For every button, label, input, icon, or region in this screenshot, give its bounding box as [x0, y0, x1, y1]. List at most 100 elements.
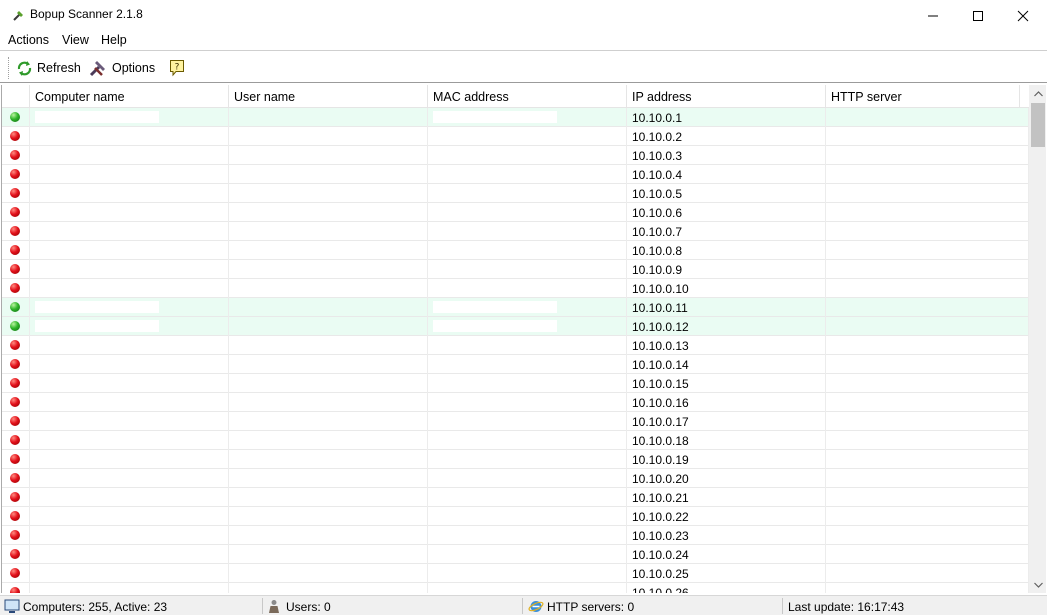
scroll-up-button[interactable]	[1029, 85, 1046, 102]
table-row[interactable]: 10.10.0.4	[2, 165, 1029, 184]
menu-view[interactable]: View	[62, 33, 89, 47]
menu-help[interactable]: Help	[101, 33, 127, 47]
close-button[interactable]	[1000, 0, 1046, 31]
table-row[interactable]: 10.10.0.20	[2, 469, 1029, 488]
header-user-name[interactable]: User name	[229, 85, 428, 108]
cell-status	[2, 222, 30, 241]
toolbar-grip[interactable]	[8, 57, 10, 79]
cell-status	[2, 431, 30, 450]
table-row[interactable]: 10.10.0.5	[2, 184, 1029, 203]
table-row[interactable]: 10.10.0.8	[2, 241, 1029, 260]
table-row[interactable]: 10.10.0.12	[2, 317, 1029, 336]
cell-ip-address: 10.10.0.17	[627, 412, 826, 431]
cell-status	[2, 488, 30, 507]
cell-status	[2, 165, 30, 184]
table-row[interactable]: 10.10.0.26	[2, 583, 1029, 593]
maximize-button[interactable]	[955, 0, 1001, 31]
table-row[interactable]: 10.10.0.21	[2, 488, 1029, 507]
offline-status-icon	[10, 283, 20, 293]
table-row[interactable]: 10.10.0.25	[2, 564, 1029, 583]
cell-status	[2, 184, 30, 203]
header-status[interactable]	[2, 85, 30, 108]
cell-status	[2, 203, 30, 222]
cell-mac-address	[428, 241, 627, 260]
offline-status-icon	[10, 226, 20, 236]
cell-ip-address: 10.10.0.14	[627, 355, 826, 374]
internet-explorer-icon	[528, 601, 544, 612]
table-row[interactable]: 10.10.0.3	[2, 146, 1029, 165]
table-row[interactable]: 10.10.0.22	[2, 507, 1029, 526]
cell-computer-name	[30, 279, 229, 298]
table-row[interactable]: 10.10.0.10	[2, 279, 1029, 298]
cell-http-server	[826, 203, 1029, 222]
header-computer-name[interactable]: Computer name	[30, 85, 229, 108]
list-header: Computer name User name MAC address IP a…	[2, 85, 1046, 108]
table-row[interactable]: 10.10.0.14	[2, 355, 1029, 374]
cell-user-name	[229, 355, 428, 374]
cell-status	[2, 564, 30, 583]
cell-http-server	[826, 564, 1029, 583]
menu-actions[interactable]: Actions	[8, 33, 49, 47]
cell-mac-address	[428, 545, 627, 564]
table-row[interactable]: 10.10.0.7	[2, 222, 1029, 241]
table-row[interactable]: 10.10.0.2	[2, 127, 1029, 146]
table-row[interactable]: 10.10.0.15	[2, 374, 1029, 393]
cell-http-server	[826, 241, 1029, 260]
offline-status-icon	[10, 473, 20, 483]
chevron-down-icon	[1033, 582, 1043, 588]
offline-status-icon	[10, 568, 20, 578]
refresh-button[interactable]: Refresh	[16, 56, 81, 80]
offline-status-icon	[10, 397, 20, 407]
header-mac-address[interactable]: MAC address	[428, 85, 627, 108]
cell-mac-address	[428, 317, 627, 336]
help-button[interactable]: ?	[169, 56, 185, 80]
cell-user-name	[229, 507, 428, 526]
cell-computer-name	[30, 260, 229, 279]
cell-computer-name	[30, 374, 229, 393]
cell-http-server	[826, 298, 1029, 317]
table-row[interactable]: 10.10.0.6	[2, 203, 1029, 222]
cell-ip-address: 10.10.0.11	[627, 298, 826, 317]
table-row[interactable]: 10.10.0.13	[2, 336, 1029, 355]
header-ip-address[interactable]: IP address	[627, 85, 826, 108]
table-row[interactable]: 10.10.0.19	[2, 450, 1029, 469]
cell-status	[2, 412, 30, 431]
cell-http-server	[826, 127, 1029, 146]
online-status-icon	[10, 321, 20, 331]
table-row[interactable]: 10.10.0.11	[2, 298, 1029, 317]
offline-status-icon	[10, 530, 20, 540]
status-bar: Computers: 255, Active: 23 Users: 0 HTTP…	[0, 595, 1047, 615]
cell-ip-address: 10.10.0.16	[627, 393, 826, 412]
cell-mac-address	[428, 374, 627, 393]
cell-computer-name	[30, 298, 229, 317]
table-row[interactable]: 10.10.0.17	[2, 412, 1029, 431]
cell-mac-address	[428, 298, 627, 317]
table-row[interactable]: 10.10.0.1	[2, 108, 1029, 127]
computer-list[interactable]: Computer name User name MAC address IP a…	[1, 85, 1046, 593]
maximize-icon	[973, 10, 983, 21]
cell-computer-name	[30, 507, 229, 526]
cell-http-server	[826, 317, 1029, 336]
redacted-value	[35, 111, 159, 123]
vertical-scrollbar[interactable]	[1029, 85, 1046, 593]
cell-status	[2, 469, 30, 488]
minimize-button[interactable]	[910, 0, 956, 31]
cell-ip-address: 10.10.0.23	[627, 526, 826, 545]
cell-user-name	[229, 526, 428, 545]
header-http-server[interactable]: HTTP server	[826, 85, 1020, 108]
table-row[interactable]: 10.10.0.16	[2, 393, 1029, 412]
scroll-down-button[interactable]	[1029, 576, 1046, 593]
table-row[interactable]: 10.10.0.24	[2, 545, 1029, 564]
close-icon	[1017, 10, 1029, 21]
cell-computer-name	[30, 336, 229, 355]
offline-status-icon	[10, 435, 20, 445]
table-row[interactable]: 10.10.0.9	[2, 260, 1029, 279]
scroll-thumb[interactable]	[1031, 103, 1045, 147]
table-row[interactable]: 10.10.0.23	[2, 526, 1029, 545]
user-icon	[269, 600, 279, 613]
options-button[interactable]: Options	[88, 56, 155, 80]
table-row[interactable]: 10.10.0.18	[2, 431, 1029, 450]
cell-computer-name	[30, 241, 229, 260]
cell-computer-name	[30, 450, 229, 469]
cell-http-server	[826, 184, 1029, 203]
